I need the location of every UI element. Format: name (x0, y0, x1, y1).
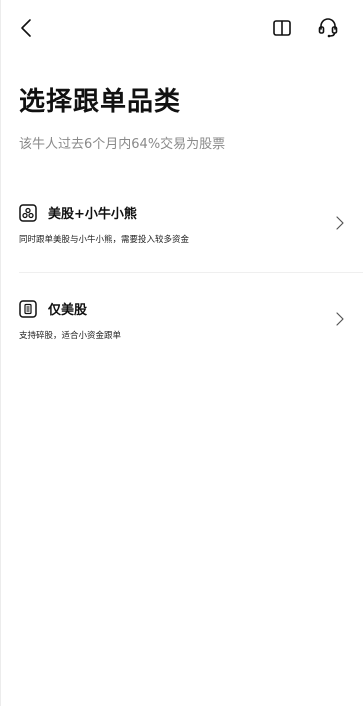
option-stocks-plus-bull-bear[interactable]: 美股+小牛小熊 同时跟单美股与小牛小熊，需要投入较多资金 (0, 196, 363, 272)
back-button[interactable] (14, 14, 42, 42)
top-bar (0, 0, 363, 56)
guide-book-button[interactable] (269, 15, 295, 41)
customer-support-button[interactable] (314, 14, 342, 42)
page-title: 选择跟单品类 (19, 87, 182, 117)
chevron-right-icon (334, 215, 346, 231)
page-subtitle: 该牛人过去6个月内64%交易为股票 (19, 137, 226, 152)
chevron-right-icon (334, 311, 346, 327)
document-list-icon (19, 300, 37, 318)
book-open-icon (273, 20, 291, 36)
chevron-left-icon (21, 19, 31, 37)
divider (19, 272, 363, 273)
option-description: 同时跟单美股与小牛小熊，需要投入较多资金 (19, 235, 190, 245)
headset-icon (318, 18, 338, 38)
option-us-stocks-only[interactable]: 仅美股 支持碎股，适合小资金跟单 (0, 292, 363, 358)
option-title: 美股+小牛小熊 (48, 207, 137, 222)
option-title: 仅美股 (48, 303, 88, 318)
page: 选择跟单品类 该牛人过去6个月内64%交易为股票 美股+小牛小熊 同时跟单美股与… (0, 0, 363, 706)
option-description: 支持碎股，适合小资金跟单 (19, 331, 122, 341)
stock-group-icon (19, 204, 37, 222)
